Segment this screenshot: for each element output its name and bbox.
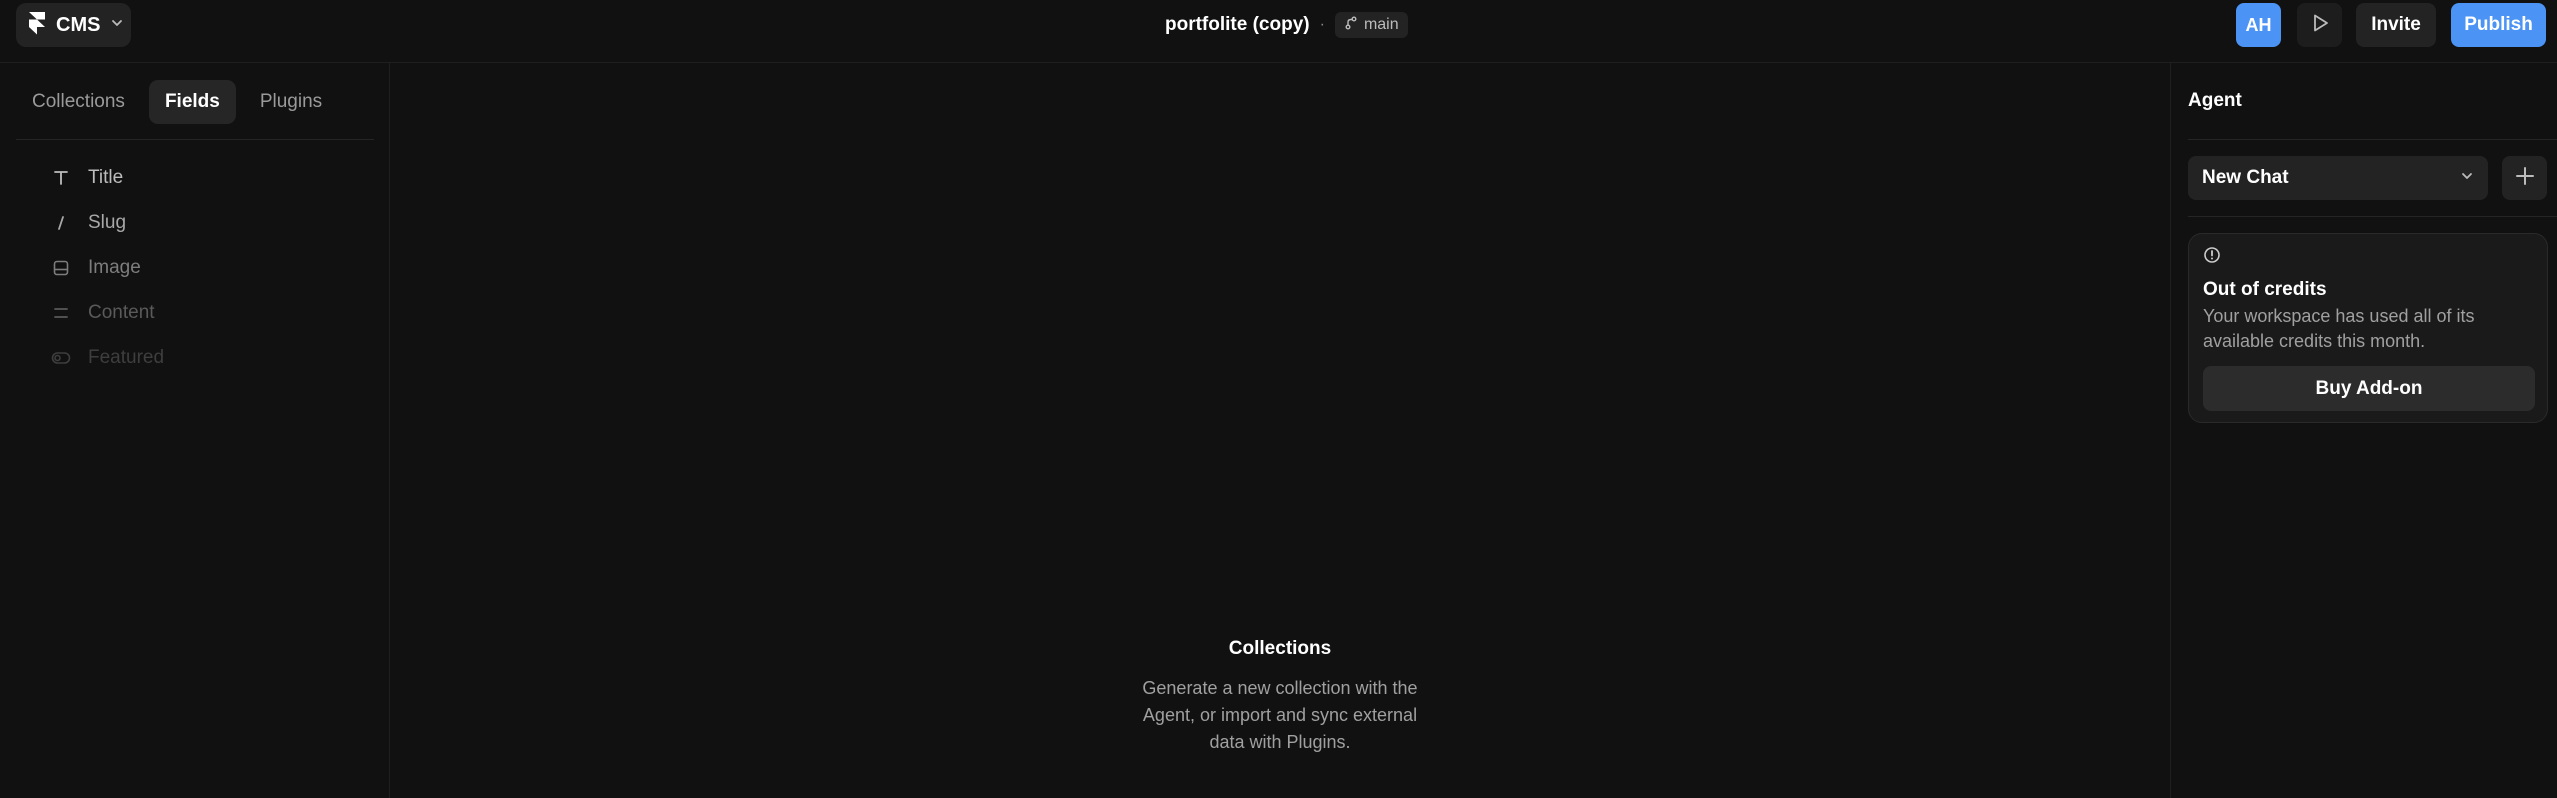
framer-logo-icon: [28, 11, 46, 40]
agent-divider-bottom: [2188, 216, 2557, 217]
field-label: Image: [88, 256, 141, 278]
empty-state-description: Generate a new collection with the Agent…: [1142, 678, 1418, 752]
new-chat-button[interactable]: [2502, 156, 2547, 200]
tab-collections[interactable]: Collections: [16, 80, 141, 124]
chevron-down-icon: [110, 16, 124, 35]
credits-title: Out of credits: [2203, 279, 2327, 300]
title-separator: ·: [1319, 16, 1325, 33]
field-label: Featured: [88, 346, 165, 368]
left-panel: Collections Fields Plugins Title Slug Im…: [0, 63, 390, 798]
top-bar: CMS portfolite (copy) · main AH Invite P…: [0, 0, 2557, 63]
main-canvas: Collections Generate a new collection wi…: [390, 63, 2170, 798]
chat-select-label: New Chat: [2202, 167, 2289, 188]
branch-badge[interactable]: main: [1334, 12, 1408, 38]
empty-state-title: Collections: [1228, 638, 1332, 659]
project-title: portfolite (copy) · main: [1165, 10, 1408, 40]
field-item-content[interactable]: Content: [50, 290, 164, 335]
lines-icon: [50, 302, 72, 324]
tab-fields[interactable]: Fields: [148, 80, 236, 124]
chevron-down-icon: [2460, 169, 2474, 188]
credits-description: Your workspace has used all of its avail…: [2203, 306, 2475, 351]
agent-panel: Agent New Chat Out of credits Your works…: [2170, 63, 2557, 798]
field-item-slug[interactable]: Slug: [50, 200, 164, 245]
agent-divider-top: [2188, 139, 2557, 140]
tabs-divider: [16, 139, 374, 140]
tab-plugins[interactable]: Plugins: [244, 80, 338, 124]
project-name[interactable]: portfolite (copy): [1165, 14, 1310, 36]
field-item-featured[interactable]: Featured: [50, 335, 164, 380]
field-label: Slug: [88, 211, 127, 233]
toggle-icon: [50, 347, 72, 369]
plus-icon: [2514, 165, 2536, 192]
alert-icon: [2203, 246, 2221, 269]
branch-icon: [1344, 16, 1358, 35]
image-icon: [50, 257, 72, 279]
buy-addon-button[interactable]: Buy Add-on: [2203, 366, 2535, 411]
field-item-image[interactable]: Image: [50, 245, 164, 290]
chat-select[interactable]: New Chat: [2188, 156, 2488, 200]
panel-tabs: Collections Fields Plugins: [16, 80, 338, 124]
cms-menu-button[interactable]: CMS: [16, 3, 131, 47]
preview-button[interactable]: [2297, 3, 2342, 47]
play-icon: [2309, 12, 2331, 39]
slash-icon: [50, 212, 72, 234]
invite-button[interactable]: Invite: [2356, 3, 2436, 47]
branch-name: main: [1363, 16, 1399, 33]
field-item-title[interactable]: Title: [50, 155, 164, 200]
field-label: Title: [88, 166, 124, 188]
credits-card: Out of credits Your workspace has used a…: [2188, 233, 2548, 423]
field-list: Title Slug Image Content Featured: [50, 155, 164, 380]
agent-title: Agent: [2188, 90, 2242, 111]
avatar[interactable]: AH: [2236, 3, 2281, 47]
publish-button[interactable]: Publish: [2451, 3, 2546, 47]
text-icon: [50, 167, 72, 189]
field-label: Content: [88, 301, 155, 323]
cms-label: CMS: [56, 13, 101, 36]
